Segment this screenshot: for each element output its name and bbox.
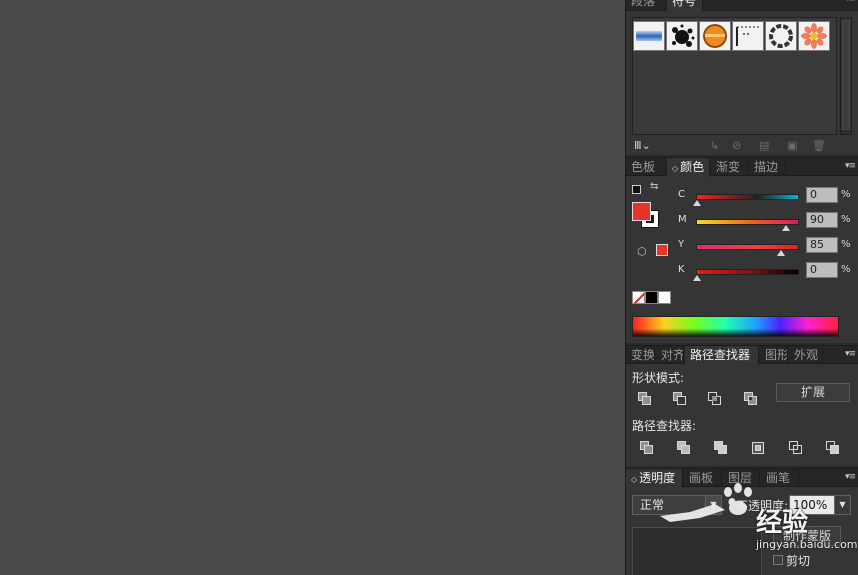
merge-icon[interactable]	[714, 441, 728, 455]
channel-slider-k[interactable]	[696, 269, 799, 275]
pathfinders-label: 路径查找器:	[632, 419, 697, 433]
break-link-icon[interactable]: ⊘	[732, 139, 741, 152]
clip-checkbox[interactable]	[773, 555, 783, 565]
flower-symbol[interactable]	[798, 21, 830, 51]
channel-value-k[interactable]: 0	[806, 262, 838, 278]
percent-sign: %	[841, 239, 851, 250]
tab-transparency-label: 透明度	[639, 471, 676, 485]
unite-icon[interactable]	[638, 392, 652, 406]
color-spectrum[interactable]	[632, 316, 839, 337]
dotted-line-symbol[interactable]	[732, 21, 764, 51]
tab-graphic-styles[interactable]: 图形	[760, 346, 788, 364]
exclude-icon[interactable]	[744, 392, 758, 406]
chevron-down-icon: ▼	[705, 496, 721, 514]
tab-layers[interactable]: 图层	[723, 469, 760, 487]
tab-color[interactable]: ◇ 颜色	[667, 158, 710, 177]
channel-value-m[interactable]: 90	[806, 212, 838, 228]
clip-label: 剪切	[786, 554, 811, 568]
channel-label-y: Y	[678, 239, 685, 250]
mask-thumbnail[interactable]	[632, 527, 762, 575]
pathfinder-tabbar: 变换 对齐 路径查找器 图形 外观 ▾≡	[626, 346, 858, 365]
intersect-icon[interactable]	[708, 392, 722, 406]
channel-slider-c[interactable]	[696, 194, 799, 200]
none-swatch[interactable]	[632, 291, 645, 304]
panel-menu-icon[interactable]: ▾≡	[845, 0, 856, 9]
orange-button-symbol[interactable]	[699, 21, 731, 51]
transparency-tabbar: ◇ 透明度 画板 图层 画笔 ▾≡	[626, 469, 858, 488]
new-symbol-icon[interactable]: ▣	[787, 139, 797, 152]
symbol-options-icon[interactable]: ▤	[759, 139, 769, 152]
swap-colors-icon[interactable]: ⇆	[650, 181, 658, 192]
panel-menu-icon[interactable]: ▾≡	[845, 469, 856, 487]
channel-value-c[interactable]: 0	[806, 187, 838, 203]
color-panel: 色板 ◇ 颜色 渐变 描边 ▾≡ ⇆ ⬡ C 0% M 90% Y 85% K 0%	[626, 157, 858, 343]
tab-symbols[interactable]: 符号	[667, 0, 703, 12]
divide-icon[interactable]	[640, 441, 654, 455]
color-tabbar: 色板 ◇ 颜色 渐变 描边 ▾≡	[626, 158, 858, 177]
shape-modes-label: 形状模式:	[632, 371, 685, 385]
slider-thumb-m[interactable]	[782, 225, 791, 231]
tab-stroke[interactable]: 描边	[749, 158, 786, 176]
tab-align[interactable]: 对齐	[656, 346, 684, 364]
pathfinder-panel: 变换 对齐 路径查找器 图形 外观 ▾≡ 形状模式: 扩展 路径查找器:	[626, 345, 858, 466]
blend-mode-value: 正常	[640, 498, 665, 512]
slider-thumb-k[interactable]	[693, 275, 701, 281]
web-safe-swatch[interactable]	[656, 244, 668, 256]
delete-icon[interactable]: 🗑	[812, 139, 826, 152]
ring-wreath-symbol[interactable]	[765, 21, 797, 51]
tab-transparency[interactable]: ◇ 透明度	[626, 469, 683, 488]
outline-icon[interactable]	[789, 441, 803, 455]
trim-icon[interactable]	[677, 441, 691, 455]
symbol-grid	[632, 17, 837, 135]
channel-label-k: K	[678, 264, 685, 275]
place-symbol-icon[interactable]: ↳	[710, 139, 719, 152]
channel-label-m: M	[678, 214, 687, 225]
minus-back-icon[interactable]	[826, 441, 840, 455]
percent-sign: %	[841, 214, 851, 225]
black-swatch[interactable]	[645, 291, 658, 304]
chevron-down-icon: ▼	[834, 496, 850, 514]
tab-pathfinder[interactable]: 路径查找器	[685, 346, 759, 365]
symbols-footer: Ⅲ⌄ ↳ ⊘ ▤ ▣ 🗑	[632, 139, 850, 153]
tab-appearance[interactable]: 外观	[789, 346, 823, 364]
minus-front-icon[interactable]	[673, 392, 687, 406]
expand-button[interactable]: 扩展	[776, 383, 850, 402]
symbols-panel: 段落 符号 ▾≡ Ⅲ⌄ ↳	[626, 0, 858, 155]
ink-splat-symbol[interactable]	[666, 21, 698, 51]
symbols-scrollbar[interactable]	[840, 17, 852, 135]
opacity-value: 100%	[793, 498, 828, 512]
tab-swatches[interactable]: 色板	[626, 158, 666, 176]
blue-banner-symbol[interactable]	[633, 21, 665, 51]
out-of-gamut-icon[interactable]: ⬡	[637, 245, 647, 258]
tab-paragraph[interactable]: 段落	[626, 0, 666, 10]
channel-value-y[interactable]: 85	[806, 237, 838, 253]
percent-sign: %	[841, 264, 851, 275]
tab-transform[interactable]: 变换	[626, 346, 655, 364]
transparency-panel: ◇ 透明度 画板 图层 画笔 ▾≡ 正常 ▼ 不透明度: 100% ▼ 制作蒙版 剪切	[626, 468, 858, 575]
opacity-label: 不透明度:	[736, 499, 789, 513]
panel-dock: 段落 符号 ▾≡ Ⅲ⌄ ↳	[625, 0, 858, 575]
default-colors-icon[interactable]	[632, 185, 641, 194]
opacity-field[interactable]: 100% ▼	[789, 495, 851, 515]
symbols-tabbar: 段落 符号 ▾≡	[626, 0, 858, 12]
panel-menu-icon[interactable]: ▾≡	[845, 346, 856, 364]
artboard-canvas[interactable]	[0, 0, 625, 575]
blend-mode-select[interactable]: 正常 ▼	[632, 495, 722, 515]
fill-swatch[interactable]	[632, 202, 651, 221]
percent-sign: %	[841, 189, 851, 200]
tab-gradient[interactable]: 渐变	[711, 158, 748, 176]
panel-menu-icon[interactable]: ▾≡	[845, 158, 856, 176]
tab-artboards[interactable]: 画板	[684, 469, 722, 487]
white-swatch[interactable]	[658, 291, 671, 304]
make-mask-button[interactable]: 制作蒙版	[773, 526, 841, 546]
crop-icon[interactable]	[751, 441, 765, 455]
symbol-library-icon[interactable]: Ⅲ⌄	[634, 139, 651, 152]
slider-thumb-c[interactable]	[693, 200, 701, 206]
tab-brushes[interactable]: 画笔	[761, 469, 799, 487]
channel-label-c: C	[678, 189, 685, 200]
tab-color-label: 颜色	[680, 160, 705, 174]
slider-thumb-y[interactable]	[777, 250, 786, 256]
